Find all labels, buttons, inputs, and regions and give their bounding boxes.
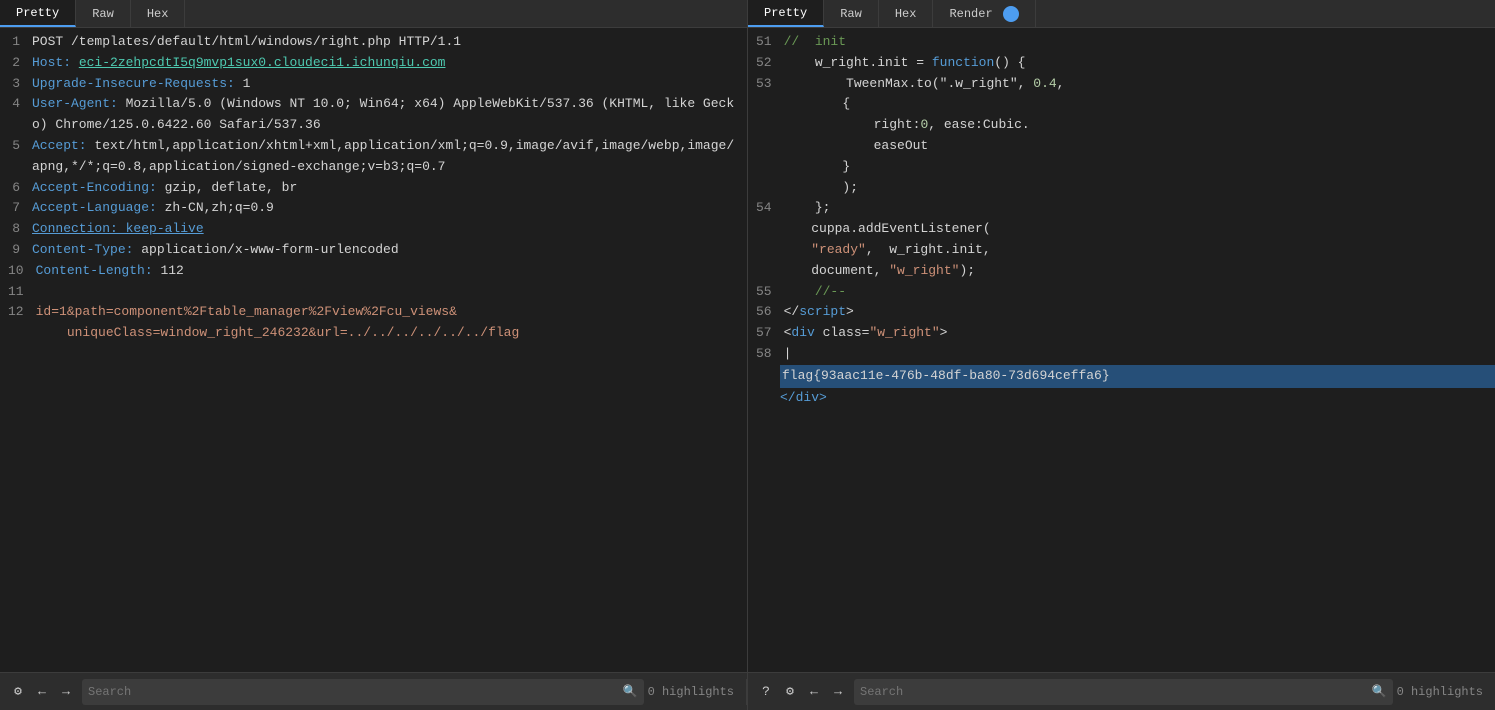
search-input-left[interactable] xyxy=(88,685,623,699)
table-row: 54 }; xyxy=(756,198,1495,219)
table-row: 1 POST /templates/default/html/windows/r… xyxy=(8,32,739,53)
left-bottom-bar: ⚙ ← → 🔍 0 highlights xyxy=(0,672,747,710)
next-icon-right[interactable]: → xyxy=(826,680,850,704)
right-tabs: Pretty Raw Hex Render xyxy=(748,0,1495,28)
table-row: 51 // init xyxy=(756,32,1495,53)
render-dot xyxy=(1003,6,1019,22)
table-row: 2 Host: eci-2zehpcdtI5q9mvp1sux0.cloudec… xyxy=(8,53,739,74)
highlights-count-left: 0 highlights xyxy=(648,685,734,699)
table-row: 53 TweenMax.to(".w_right", 0.4, xyxy=(756,74,1495,95)
table-row: 56 </script> xyxy=(756,302,1495,323)
table-row: 4 User-Agent: Mozilla/5.0 (Windows NT 10… xyxy=(8,94,739,136)
table-row: 3 Upgrade-Insecure-Requests: 1 xyxy=(8,74,739,95)
tab-pretty-right[interactable]: Pretty xyxy=(748,0,824,27)
prev-icon-left[interactable]: ← xyxy=(30,680,54,704)
search-wrap-right: 🔍 xyxy=(854,679,1393,705)
table-row: 58 | xyxy=(756,344,1495,365)
table-row: 11 xyxy=(8,282,739,303)
right-bottom-bar: ? ⚙ ← → 🔍 0 highlights xyxy=(748,672,1495,710)
tab-hex-right[interactable]: Hex xyxy=(879,0,934,27)
search-icon-right: 🔍 xyxy=(1372,684,1387,699)
table-row: easeOut xyxy=(756,136,1495,157)
tab-raw-left[interactable]: Raw xyxy=(76,0,131,27)
table-row: 7 Accept-Language: zh-CN,zh;q=0.9 xyxy=(8,198,739,219)
tab-raw-right[interactable]: Raw xyxy=(824,0,879,27)
table-row: cuppa.addEventListener( xyxy=(756,219,1495,240)
table-row: document, "w_right"); xyxy=(756,261,1495,282)
table-row: 57 <div class="w_right"> xyxy=(756,323,1495,344)
table-row: 12 id=1&path=component%2Ftable_manager%2… xyxy=(8,302,739,344)
table-row: 9 Content-Type: application/x-www-form-u… xyxy=(8,240,739,261)
table-row: </div> xyxy=(756,388,1495,409)
tab-render-right[interactable]: Render xyxy=(933,0,1035,27)
question-icon-right[interactable]: ? xyxy=(754,680,778,704)
search-wrap-left: 🔍 xyxy=(82,679,644,705)
left-panel: Pretty Raw Hex 1 POST /templates/default… xyxy=(0,0,748,710)
left-content-area: 1 POST /templates/default/html/windows/r… xyxy=(0,28,747,672)
table-row: { xyxy=(756,94,1495,115)
right-panel: Pretty Raw Hex Render 51 // init 52 xyxy=(748,0,1495,710)
prev-icon-right[interactable]: ← xyxy=(802,680,826,704)
table-row: 8 Connection: keep-alive xyxy=(8,219,739,240)
table-row: } xyxy=(756,157,1495,178)
left-tabs: Pretty Raw Hex xyxy=(0,0,747,28)
search-input-right[interactable] xyxy=(860,685,1372,699)
tab-hex-left[interactable]: Hex xyxy=(131,0,186,27)
table-row: 10 Content-Length: 112 xyxy=(8,261,739,282)
table-row: 55 //-- xyxy=(756,282,1495,303)
search-icon-left: 🔍 xyxy=(623,684,638,699)
settings-icon-left[interactable]: ⚙ xyxy=(6,680,30,704)
right-content-area: 51 // init 52 w_right.init = function() … xyxy=(748,28,1495,672)
table-row: 52 w_right.init = function() { xyxy=(756,53,1495,74)
table-row: 5 Accept: text/html,application/xhtml+xm… xyxy=(8,136,739,178)
flag-line: flag{93aac11e-476b-48df-ba80-73d694ceffa… xyxy=(756,365,1495,388)
highlights-count-right: 0 highlights xyxy=(1397,685,1483,699)
table-row: right:0, ease:Cubic. xyxy=(756,115,1495,136)
right-search-bar: ? ⚙ ← → 🔍 0 highlights xyxy=(748,679,1495,705)
table-row: ); xyxy=(756,178,1495,199)
settings-icon-right[interactable]: ⚙ xyxy=(778,680,802,704)
left-search-bar: ⚙ ← → 🔍 0 highlights xyxy=(0,679,747,705)
table-row: 6 Accept-Encoding: gzip, deflate, br xyxy=(8,178,739,199)
next-icon-left[interactable]: → xyxy=(54,680,78,704)
tab-pretty-left[interactable]: Pretty xyxy=(0,0,76,27)
table-row: "ready", w_right.init, xyxy=(756,240,1495,261)
